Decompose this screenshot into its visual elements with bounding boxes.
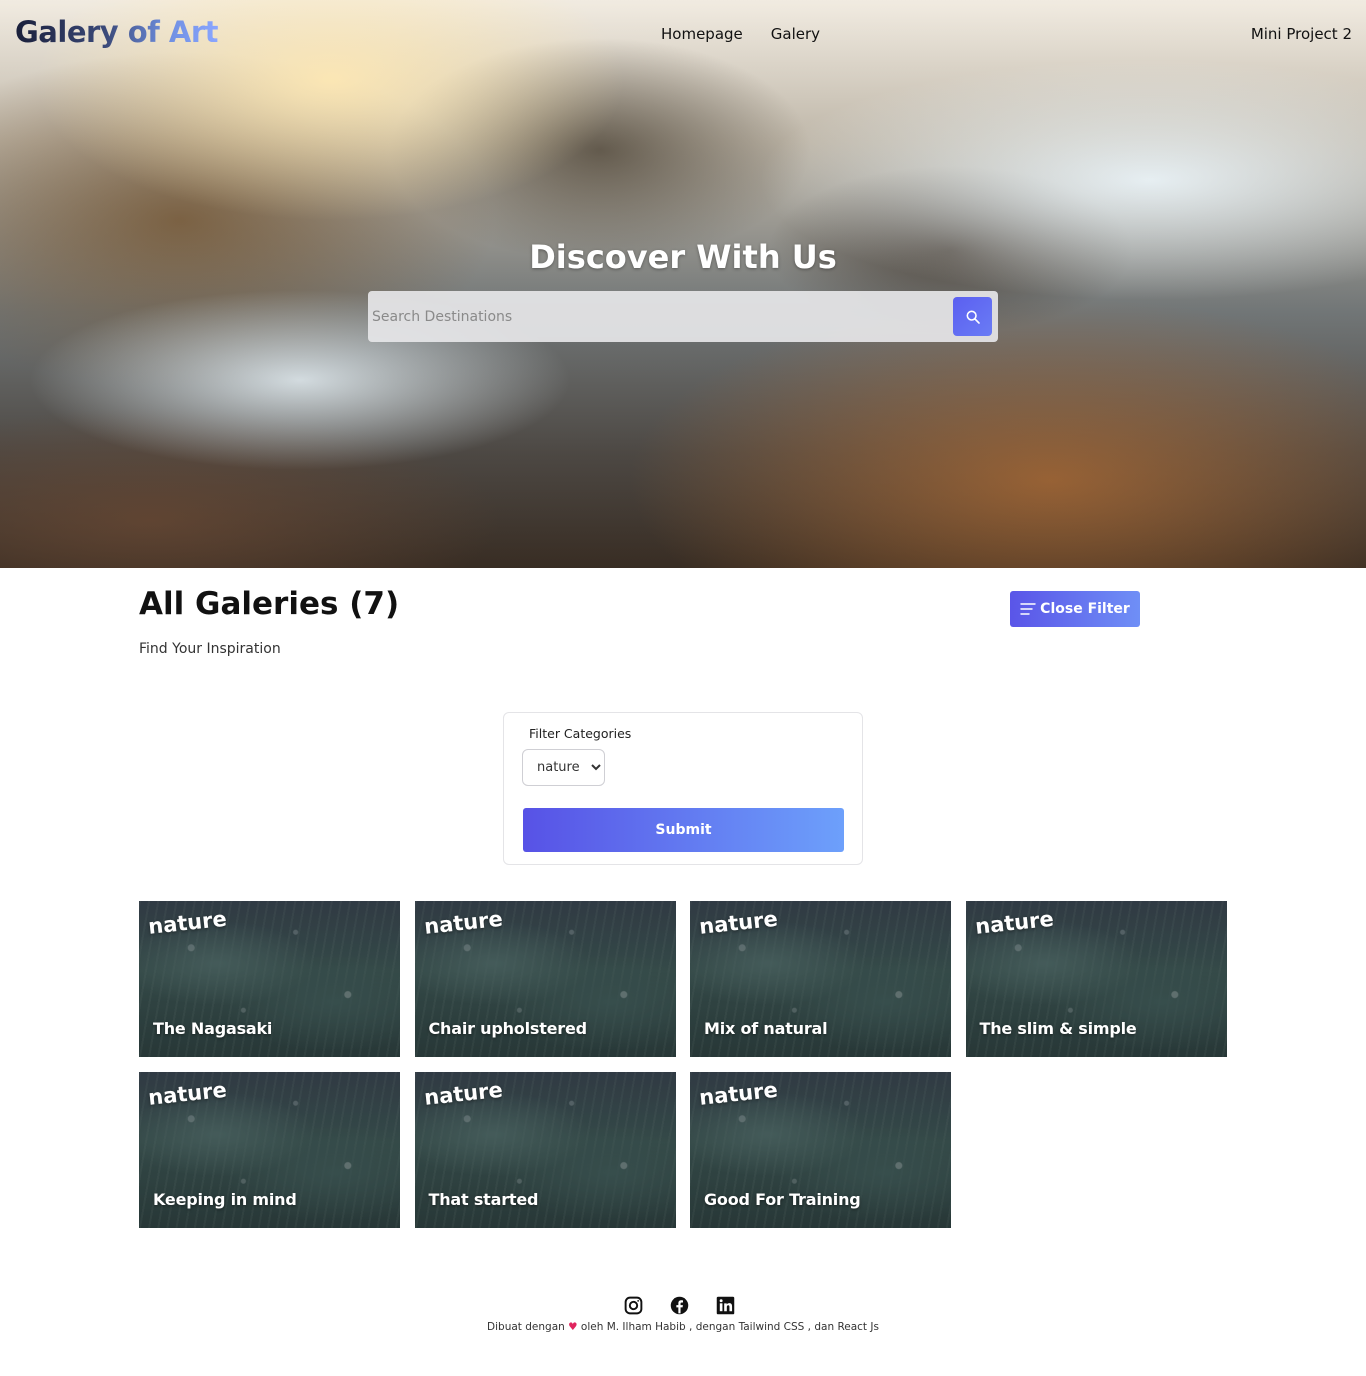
gallery-card[interactable]: nature Good For Training (690, 1072, 951, 1228)
footer-credit: Dibuat dengan ♥ oleh M. Ilham Habib , de… (0, 1321, 1366, 1333)
gallery-card[interactable]: nature The slim & simple (965, 901, 1227, 1057)
card-category-tag: nature (422, 906, 504, 939)
card-title: The slim & simple (979, 1019, 1137, 1038)
filter-label: Filter Categories (529, 726, 632, 741)
card-title: Mix of natural (704, 1019, 828, 1038)
linkedin-icon[interactable] (715, 1295, 736, 1316)
card-category-tag: nature (698, 1077, 779, 1110)
card-category-tag: nature (147, 1077, 228, 1110)
card-category-tag: nature (698, 906, 779, 939)
social-links (623, 1295, 736, 1316)
search-input[interactable] (372, 299, 942, 334)
hero-overlay (0, 0, 1366, 568)
instagram-icon[interactable] (623, 1295, 644, 1316)
footer-text-before: Dibuat dengan (487, 1321, 565, 1333)
filter-lines-icon (1020, 603, 1036, 615)
site-logo[interactable]: Galery of Art (15, 15, 219, 49)
card-title: Chair upholstered (428, 1019, 588, 1038)
hero-title: Discover With Us (529, 238, 837, 276)
page-subtitle: Find Your Inspiration (139, 641, 281, 657)
card-title: Keeping in mind (153, 1190, 297, 1209)
page-title: All Galeries (7) (139, 586, 400, 622)
hero-banner (0, 0, 1366, 568)
footer-text-after: oleh M. Ilham Habib , dengan Tailwind CS… (580, 1321, 879, 1333)
gallery-card[interactable]: nature Mix of natural (690, 901, 951, 1057)
gallery-grid: nature The Nagasaki nature Chair upholst… (139, 901, 1227, 1228)
gallery-card[interactable]: nature The Nagasaki (139, 901, 400, 1057)
card-title: That started (428, 1190, 539, 1209)
card-category-tag: nature (422, 1077, 504, 1110)
gallery-card[interactable]: nature Chair upholstered (414, 901, 676, 1057)
nav-link-homepage[interactable]: Homepage (661, 25, 743, 43)
facebook-icon[interactable] (669, 1295, 690, 1316)
card-category-tag: nature (147, 906, 228, 939)
gallery-card[interactable]: nature That started (414, 1072, 676, 1228)
card-category-tag: nature (973, 906, 1055, 939)
nav-link-galery[interactable]: Galery (771, 25, 820, 43)
search-icon (966, 310, 980, 324)
card-title: The Nagasaki (153, 1019, 273, 1038)
heart-icon: ♥ (568, 1321, 578, 1333)
search-button[interactable] (953, 297, 992, 336)
category-select[interactable]: nature (522, 749, 605, 786)
nav-links: Homepage Galery (661, 25, 820, 43)
top-navbar: Galery of Art Homepage Galery Mini Proje… (0, 0, 1366, 70)
project-label: Mini Project 2 (1250, 25, 1352, 43)
search-bar (368, 291, 998, 342)
close-filter-label: Close Filter (1040, 601, 1130, 617)
card-title: Good For Training (704, 1190, 861, 1209)
gallery-card[interactable]: nature Keeping in mind (139, 1072, 400, 1228)
close-filter-button[interactable]: Close Filter (1010, 591, 1140, 627)
filter-panel: Filter Categories nature Submit (503, 712, 863, 865)
submit-button[interactable]: Submit (523, 808, 844, 852)
